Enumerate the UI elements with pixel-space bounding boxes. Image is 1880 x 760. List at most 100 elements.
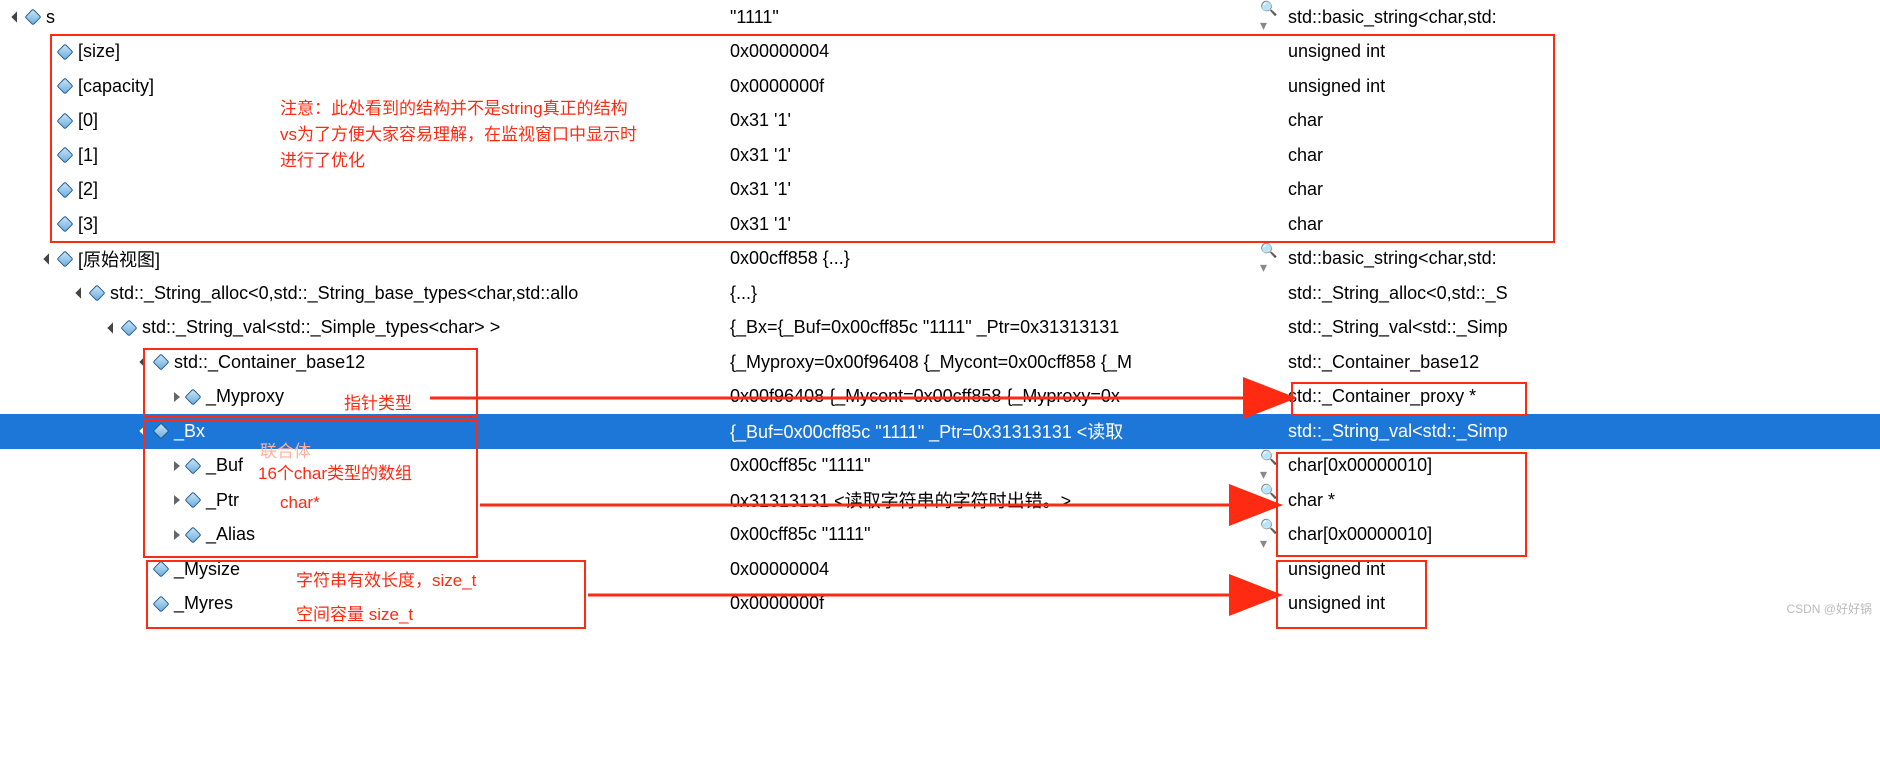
watch-name-text: _Mysize: [174, 559, 240, 580]
watch-name-text: [2]: [78, 179, 98, 200]
watch-name-cell[interactable]: std::_String_val<std::_Simple_types<char…: [0, 317, 730, 338]
watch-name-text: _Myproxy: [206, 386, 284, 407]
watch-value-cell: 0x00000004: [730, 559, 1260, 580]
visualizer-cell: 🔍 ▾: [1260, 242, 1288, 276]
variable-icon: [186, 493, 200, 507]
watch-row[interactable]: std::_Container_base12 {_Myproxy=0x00f964…: [0, 345, 1880, 380]
watch-name-cell[interactable]: [capacity]: [0, 76, 730, 97]
watch-name-cell[interactable]: [1]: [0, 145, 730, 166]
watch-name-cell[interactable]: _Myproxy: [0, 386, 730, 407]
expander-icon[interactable]: [40, 250, 58, 268]
watch-type-cell: std::_Container_proxy *: [1288, 386, 1880, 407]
watch-name-cell[interactable]: _Myres: [0, 593, 730, 614]
expander-spacer: [40, 77, 58, 95]
watch-row[interactable]: _Ptr0x31313131 <读取字符串的字符时出错。>🔍 ▾char *: [0, 483, 1880, 518]
watch-type-cell: std::_String_alloc<0,std::_S: [1288, 283, 1880, 304]
visualizer-cell: 🔍 ▾: [1260, 449, 1288, 483]
watch-name-cell[interactable]: _Buf: [0, 455, 730, 476]
watch-row[interactable]: [capacity]0x0000000funsigned int: [0, 69, 1880, 104]
expander-spacer: [136, 595, 154, 613]
expander-icon[interactable]: [168, 388, 186, 406]
expander-icon[interactable]: [168, 491, 186, 509]
watch-value-cell: {_Buf=0x00cff85c "1111" _Ptr=0x31313131 …: [730, 418, 1260, 444]
variable-icon: [58, 45, 72, 59]
watch-value-cell: 0x31 '1': [730, 110, 1260, 131]
watch-name-cell[interactable]: _Alias: [0, 524, 730, 545]
visualizer-icon[interactable]: 🔍 ▾: [1260, 0, 1288, 34]
watch-row[interactable]: _Mysize0x00000004unsigned int: [0, 552, 1880, 587]
watch-row[interactable]: std::_String_alloc<0,std::_String_base_t…: [0, 276, 1880, 311]
watch-name-text: [capacity]: [78, 76, 154, 97]
watch-row[interactable]: [0]0x31 '1'char: [0, 104, 1880, 139]
expander-spacer: [40, 112, 58, 130]
watch-value-cell: 0x31 '1': [730, 214, 1260, 235]
watch-row[interactable]: [1]0x31 '1'char: [0, 138, 1880, 173]
watch-name-cell[interactable]: std::_String_alloc<0,std::_String_base_t…: [0, 283, 730, 304]
watch-name-cell[interactable]: [0]: [0, 110, 730, 131]
watch-name-text: [size]: [78, 41, 120, 62]
watch-name-text: std::_String_val<std::_Simple_types<char…: [142, 317, 500, 338]
watch-row[interactable]: s"1111"🔍 ▾std::basic_string<char,std:: [0, 0, 1880, 35]
watch-name-cell[interactable]: [3]: [0, 214, 730, 235]
variable-icon: [90, 286, 104, 300]
watch-row[interactable]: [3]0x31 '1'char: [0, 207, 1880, 242]
variable-icon: [154, 424, 168, 438]
variable-icon: [154, 355, 168, 369]
variable-icon: [186, 390, 200, 404]
watch-name-cell[interactable]: s: [0, 7, 730, 28]
expander-icon[interactable]: [168, 457, 186, 475]
watch-row[interactable]: std::_String_val<std::_Simple_types<char…: [0, 311, 1880, 346]
watch-name-text: s: [46, 7, 55, 28]
watch-value-cell: 0x00000004: [730, 41, 1260, 62]
watch-row[interactable]: _Myres0x0000000funsigned int: [0, 587, 1880, 622]
watch-value-cell: 0x00cff85c "1111": [730, 524, 1260, 545]
watch-value-cell: 0x00f96408 {_Mycont=0x00cff858 {_Myproxy…: [730, 386, 1260, 407]
watch-name-text: [1]: [78, 145, 98, 166]
watch-row[interactable]: _Myproxy 0x00f96408 {_Mycont=0x00cff858 {…: [0, 380, 1880, 415]
watch-name-text: std::_Container_base12: [174, 352, 365, 373]
expander-icon[interactable]: [136, 353, 154, 371]
variable-icon: [58, 148, 72, 162]
watch-name-cell[interactable]: _Mysize: [0, 559, 730, 580]
variable-icon: [58, 183, 72, 197]
visualizer-cell: 🔍 ▾: [1260, 518, 1288, 552]
watch-name-cell[interactable]: _Bx: [0, 421, 730, 442]
watch-name-text: [3]: [78, 214, 98, 235]
watch-row[interactable]: [size] 0x00000004 unsigned int: [0, 35, 1880, 70]
watch-name-cell[interactable]: [size]: [0, 41, 730, 62]
watch-value-cell: 0x31 '1': [730, 179, 1260, 200]
variable-icon: [186, 459, 200, 473]
watch-row[interactable]: [2]0x31 '1'char: [0, 173, 1880, 208]
variable-icon: [26, 10, 40, 24]
watch-name-cell[interactable]: std::_Container_base12: [0, 352, 730, 373]
watch-row[interactable]: _Bx {_Buf=0x00cff85c "1111" _Ptr=0x313131…: [0, 414, 1880, 449]
watch-name-text: _Buf: [206, 455, 243, 476]
watch-value-cell: 0x00cff858 {...}: [730, 248, 1260, 269]
watch-type-cell: std::_Container_base12: [1288, 352, 1880, 373]
visualizer-icon[interactable]: 🔍 ▾: [1260, 242, 1288, 276]
variable-icon: [154, 562, 168, 576]
expander-icon[interactable]: [136, 422, 154, 440]
watch-name-cell[interactable]: [2]: [0, 179, 730, 200]
watch-row[interactable]: _Buf0x00cff85c "1111"🔍 ▾char[0x00000010]: [0, 449, 1880, 484]
visualizer-icon[interactable]: 🔍 ▾: [1260, 518, 1288, 552]
visualizer-icon[interactable]: 🔍 ▾: [1260, 483, 1288, 517]
expander-icon[interactable]: [168, 526, 186, 544]
watch-row[interactable]: [原始视图]0x00cff858 {...}🔍 ▾std::basic_stri…: [0, 242, 1880, 277]
watch-name-text: _Bx: [174, 421, 205, 442]
watch-type-cell: unsigned int: [1288, 41, 1880, 62]
watch-type-cell: char: [1288, 145, 1880, 166]
expander-spacer: [40, 215, 58, 233]
watch-value-cell: {_Myproxy=0x00f96408 {_Mycont=0x00cff858…: [730, 352, 1260, 373]
expander-icon[interactable]: [72, 284, 90, 302]
expander-spacer: [40, 43, 58, 61]
expander-icon[interactable]: [104, 319, 122, 337]
visualizer-icon[interactable]: 🔍 ▾: [1260, 449, 1288, 483]
watch-type-cell: char *: [1288, 490, 1880, 511]
expander-icon[interactable]: [8, 8, 26, 26]
watch-name-cell[interactable]: [原始视图]: [0, 246, 730, 272]
watch-name-text: _Myres: [174, 593, 233, 614]
variable-icon: [58, 252, 72, 266]
watch-row[interactable]: _Alias0x00cff85c "1111"🔍 ▾char[0x0000001…: [0, 518, 1880, 553]
watch-name-cell[interactable]: _Ptr: [0, 490, 730, 511]
